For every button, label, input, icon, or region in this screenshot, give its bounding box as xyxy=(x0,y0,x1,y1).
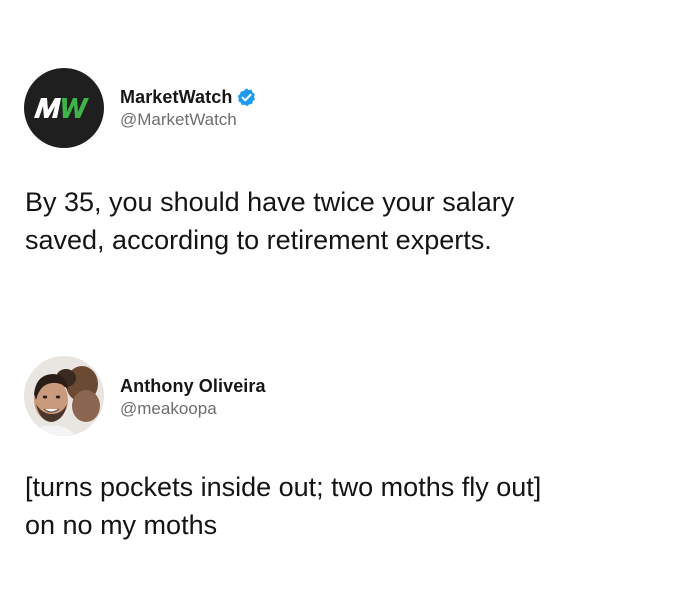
tweet-text: [turns pockets inside out; two moths fly… xyxy=(25,472,542,540)
tweet-author: MarketWatch @MarketWatch xyxy=(120,85,257,130)
marketwatch-avatar[interactable] xyxy=(24,68,104,148)
user-avatar[interactable] xyxy=(24,356,104,436)
tweet-text: By 35, you should have twice your salary… xyxy=(25,187,515,255)
author-display-name[interactable]: Anthony Oliveira xyxy=(120,376,266,397)
verified-badge-icon xyxy=(238,87,256,106)
author-handle[interactable]: @MarketWatch xyxy=(120,110,257,130)
author-handle[interactable]: @meakoopa xyxy=(120,399,266,419)
marketwatch-logo-icon xyxy=(34,98,89,118)
tweet-author: Anthony Oliveira @meakoopa xyxy=(120,374,266,419)
author-display-name[interactable]: MarketWatch xyxy=(120,87,232,108)
user-photo-avatar-icon xyxy=(24,356,104,436)
